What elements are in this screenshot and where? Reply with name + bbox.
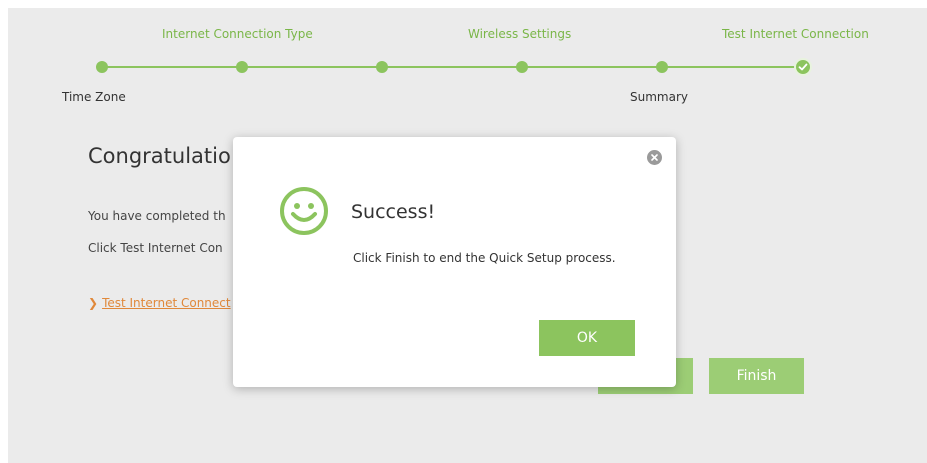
stepper-progress-line [100,66,810,68]
step-dot-internet-connection-type [236,61,248,73]
step-label-time-zone: Time Zone [62,90,126,104]
instruction-text: Click Test Internet Con [88,241,223,255]
step-label-internet-connection-type: Internet Connection Type [162,27,313,41]
step-dot-wireless-settings [516,61,528,73]
ok-button[interactable]: OK [539,320,635,356]
step-dot-summary-pre [376,61,388,73]
page-title: Congratulatio [88,144,231,168]
completion-text: You have completed th [88,209,226,223]
dialog-message: Click Finish to end the Quick Setup proc… [353,251,616,265]
step-label-wireless-settings: Wireless Settings [468,27,572,41]
success-dialog: Success! Click Finish to end the Quick S… [233,137,676,387]
smiley-icon [278,185,330,237]
step-dot-summary [656,61,668,73]
close-icon[interactable] [647,150,662,165]
step-label-test-internet-connection: Test Internet Connection [722,27,869,41]
dialog-title: Success! [351,201,436,223]
step-dot-time-zone [96,61,108,73]
step-label-summary: Summary [630,90,688,104]
chevron-right-icon: ❯ [88,296,99,310]
test-internet-connection-link[interactable]: ❯ Test Internet Connect [88,296,231,310]
check-circle-icon [794,58,812,76]
finish-button[interactable]: Finish [709,358,804,394]
